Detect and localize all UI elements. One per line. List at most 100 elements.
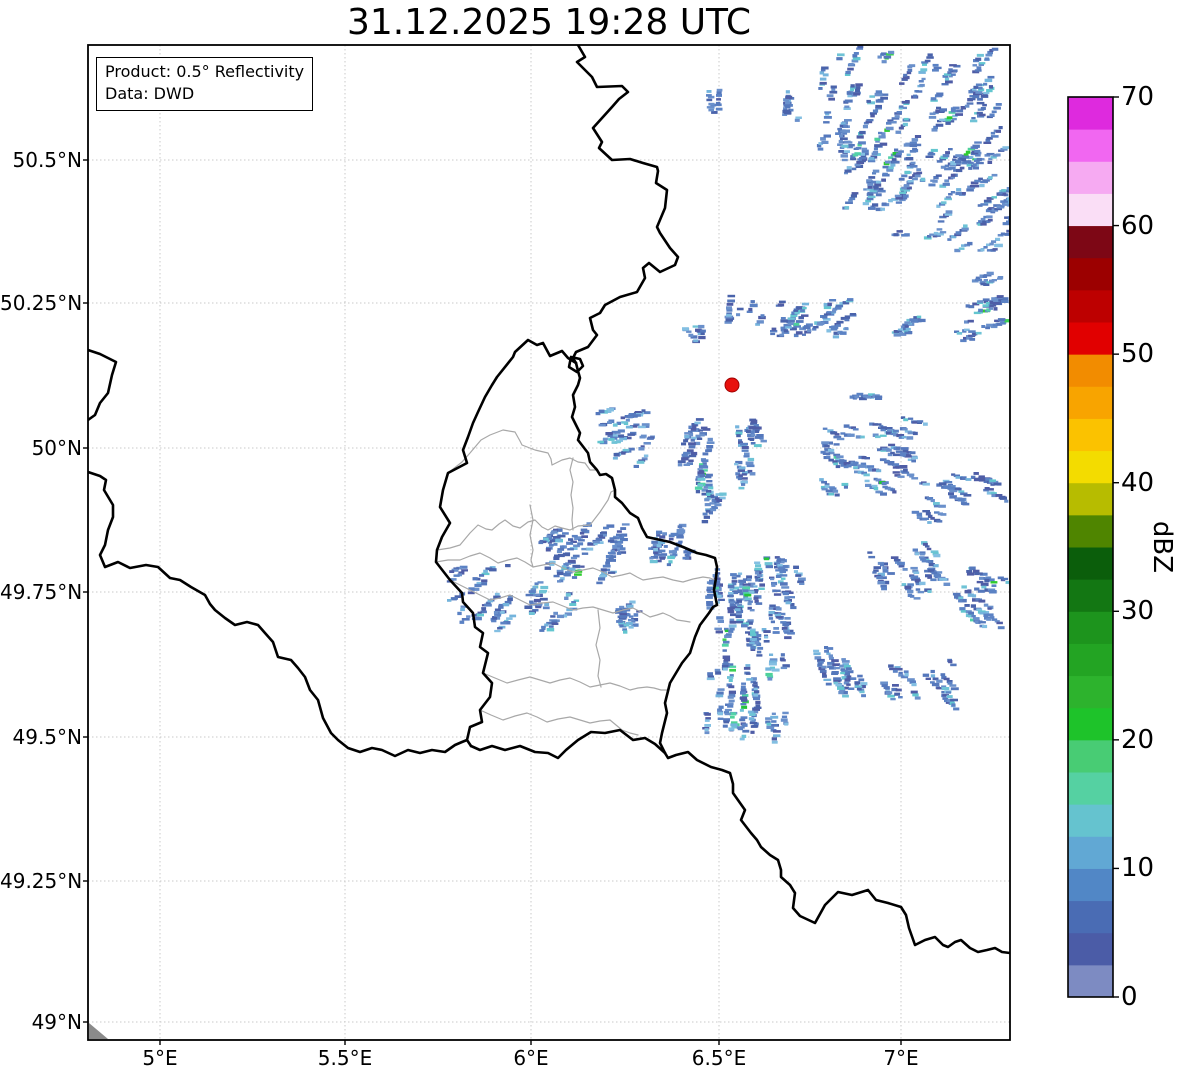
- radar-cell: [756, 320, 764, 324]
- radar-cell: [827, 302, 832, 307]
- radar-cell: [955, 191, 962, 196]
- radar-cell: [933, 553, 941, 558]
- radar-cell: [706, 602, 714, 607]
- radar-cell: [553, 556, 560, 560]
- radar-cell: [853, 52, 859, 55]
- radar-cell: [607, 571, 616, 574]
- radar-cell: [906, 153, 911, 157]
- radar-cell: [844, 169, 852, 173]
- radar-cell: [727, 610, 735, 614]
- radar-cell: [717, 712, 723, 716]
- radar-cell: [681, 457, 689, 461]
- radar-cell: [988, 307, 993, 310]
- radar-cell: [715, 101, 721, 106]
- radar-cell: [736, 434, 741, 438]
- radar-cell: [902, 568, 908, 571]
- radar-cell: [930, 669, 935, 674]
- radar-cell: [875, 423, 882, 426]
- radar-cell: [701, 459, 709, 463]
- radar-cell: [466, 615, 471, 618]
- colorbar-segment: [1068, 193, 1113, 227]
- radar-cell: [544, 566, 551, 570]
- radar-cell: [682, 327, 689, 331]
- radar-cell: [741, 682, 746, 685]
- radar-cell: [778, 566, 786, 570]
- radar-cell: [801, 314, 809, 317]
- radar-cell: [557, 534, 566, 538]
- radar-cell: [844, 99, 853, 103]
- radar-cell: [758, 579, 763, 582]
- radar-cell: [750, 725, 758, 728]
- radar-cell: [772, 730, 781, 733]
- radar-cell: [728, 679, 733, 682]
- radar-cell: [596, 581, 603, 585]
- radar-cell: [899, 465, 908, 469]
- radar-cell: [750, 630, 756, 634]
- radar-cell: [986, 271, 994, 276]
- radar-cell: [1016, 317, 1022, 320]
- radar-cell: [736, 620, 744, 624]
- radar-figure: 31.12.2025 19:28 UTC Product: 0.5° Refle…: [0, 0, 1202, 1081]
- radar-cell: [553, 611, 558, 615]
- radar-cell: [973, 617, 980, 620]
- radar-cell: [913, 571, 920, 574]
- radar-cell: [834, 493, 840, 497]
- radar-cell: [898, 671, 903, 675]
- radar-cell: [785, 601, 792, 605]
- radar-cell: [893, 559, 901, 562]
- radar-cell: [856, 687, 862, 691]
- radar-cell: [726, 306, 732, 310]
- radar-cell: [991, 196, 997, 199]
- radar-cell: [838, 690, 844, 695]
- radar-cell: [698, 470, 704, 473]
- radar-cell: [550, 615, 556, 618]
- radar-cell: [706, 98, 713, 102]
- radar-cell: [821, 480, 827, 484]
- x-tick-label: 6°E: [513, 1046, 549, 1070]
- radar-cell: [977, 589, 985, 593]
- radar-cell: [800, 309, 805, 313]
- radar-cell: [837, 686, 845, 690]
- radar-cell: [557, 580, 562, 583]
- radar-cell: [708, 102, 715, 106]
- radar-cell: [955, 113, 963, 116]
- radar-cell: [950, 698, 958, 702]
- radar-cell: [948, 167, 956, 170]
- radar-cell: [827, 448, 835, 452]
- radar-cell: [854, 681, 861, 685]
- radar-cell: [785, 326, 792, 329]
- radar-cell: [1012, 586, 1018, 589]
- radar-cell: [916, 168, 922, 171]
- radar-cell: [945, 691, 951, 694]
- radar-cell: [991, 279, 997, 282]
- country-border-line: [88, 348, 118, 422]
- radar-cell: [548, 625, 554, 628]
- radar-cell: [813, 652, 821, 656]
- radar-cell: [872, 109, 879, 113]
- radar-cell: [722, 649, 727, 652]
- radar-cell: [821, 665, 827, 669]
- radar-cell: [741, 483, 746, 486]
- radar-cell: [697, 484, 704, 487]
- radar-cell: [708, 486, 714, 490]
- radar-cell: [844, 119, 852, 122]
- radar-cell: [727, 704, 734, 708]
- radar-cell: [714, 503, 722, 507]
- radar-cell: [638, 425, 646, 429]
- radar-cell: [943, 582, 951, 586]
- radar-cell: [749, 437, 755, 441]
- radar-cell: [988, 176, 993, 180]
- radar-cell: [802, 306, 807, 310]
- radar-cell: [727, 584, 735, 589]
- radar-cell: [912, 548, 918, 552]
- radar-cell: [730, 723, 738, 727]
- radar-cell: [961, 155, 970, 159]
- radar-cell: [545, 548, 551, 552]
- radar-cell: [715, 630, 723, 634]
- radar-cell: [607, 539, 615, 543]
- radar-cell: [1015, 588, 1020, 591]
- radar-cell: [528, 611, 535, 615]
- radar-cell: [497, 627, 503, 630]
- radar-cell: [932, 68, 939, 72]
- radar-cell: [970, 119, 978, 123]
